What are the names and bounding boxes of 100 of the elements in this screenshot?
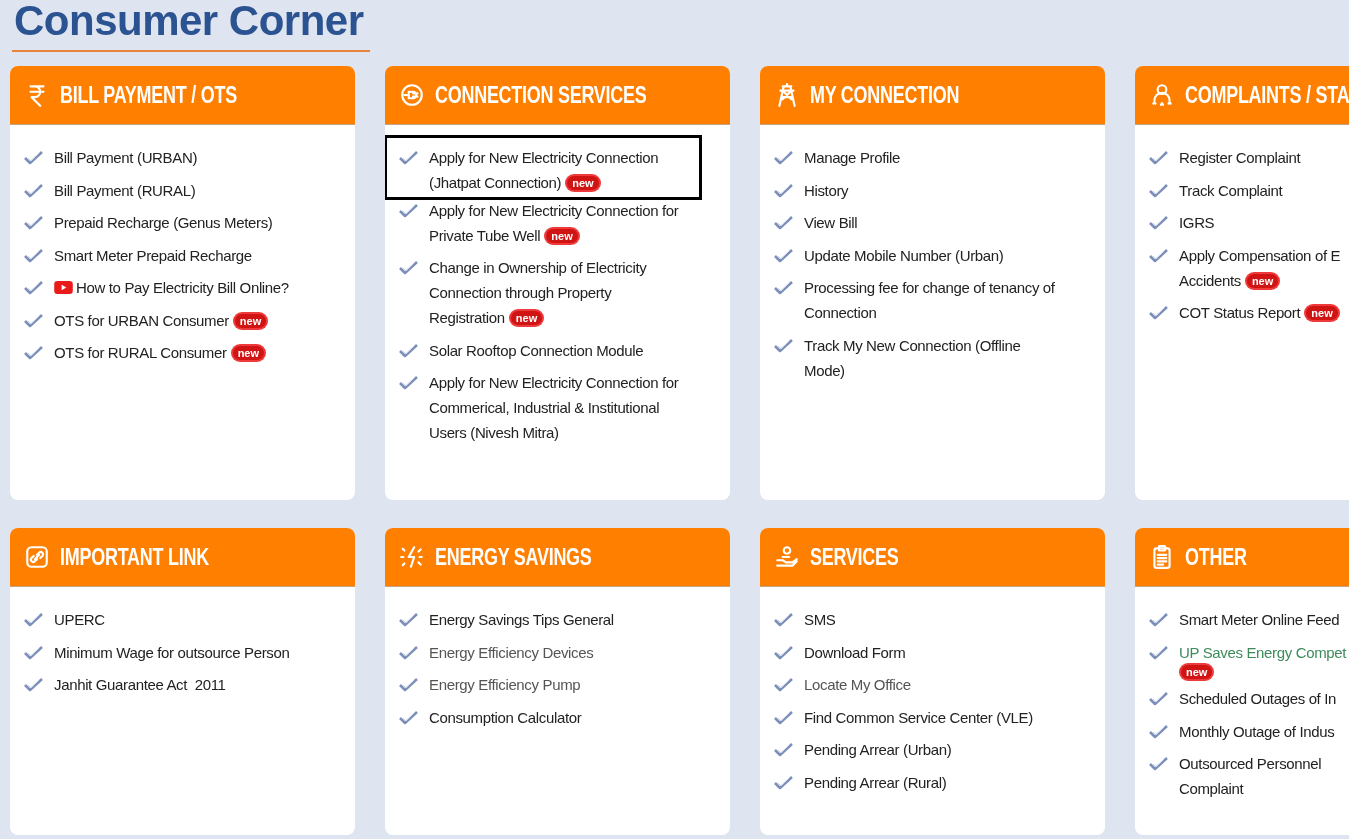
service-link[interactable]: Change in Ownership of Electricity Connection through Property Registration new — [429, 255, 647, 330]
check-icon — [24, 280, 44, 296]
service-link[interactable]: Outsourced Personnel Complaint — [1179, 751, 1322, 801]
check-icon — [24, 247, 44, 264]
check-icon — [1149, 215, 1169, 231]
new-badge: new — [546, 228, 578, 243]
service-link[interactable]: Energy Efficiency Devices — [429, 639, 594, 665]
check-icon — [399, 677, 419, 693]
check-icon — [1149, 305, 1169, 321]
service-link[interactable]: Find Common Service Center (VLE) — [804, 704, 1033, 730]
check-icon — [774, 280, 794, 296]
service-link[interactable]: Smart Meter Prepaid Recharge — [54, 242, 252, 268]
plug-icon — [399, 82, 425, 108]
check-icon — [24, 644, 44, 661]
service-link[interactable]: Consumption Calculator — [429, 704, 582, 730]
service-link[interactable]: Pending Arrear (Urban) — [804, 737, 952, 762]
video-play-icon — [54, 281, 73, 294]
service-link[interactable]: Prepaid Recharge (Genus Meters) — [54, 210, 273, 235]
check-icon — [24, 150, 44, 166]
service-link[interactable]: UPERC — [54, 607, 105, 632]
check-icon — [399, 375, 419, 391]
check-icon — [1149, 150, 1169, 166]
service-link[interactable]: Update Mobile Number (Urban) — [804, 242, 1004, 268]
new-badge: new — [234, 313, 267, 328]
service-link[interactable]: Register Complaint — [1179, 145, 1301, 170]
check-icon — [1149, 723, 1169, 740]
new-badge: new — [1181, 664, 1213, 679]
new-badge: new — [567, 176, 599, 190]
service-link[interactable]: Apply for New Electricity Connection for Private Tube Well new — [429, 197, 679, 248]
service-link[interactable]: Download Form — [804, 639, 906, 665]
check-icon — [774, 644, 794, 661]
service-link[interactable]: OTS for URBAN Consumer new — [54, 307, 267, 333]
card-title: CONNECTION SERVICES — [435, 81, 647, 109]
new-badge: new — [510, 311, 543, 325]
check-icon — [774, 709, 794, 726]
check-icon — [24, 182, 44, 199]
service-link[interactable]: Energy Savings Tips General — [429, 607, 614, 632]
check-icon — [399, 202, 419, 219]
people-icon — [1149, 82, 1175, 108]
service-link[interactable]: Pending Arrear (Rural) — [804, 769, 947, 795]
service-link[interactable]: Bill Payment (URBAN) — [54, 145, 198, 170]
check-icon — [399, 260, 419, 276]
service-link[interactable]: Minimum Wage for outsource Person — [54, 639, 290, 665]
service-link[interactable]: Monthly Outage of Indus — [1179, 718, 1335, 744]
check-icon — [774, 774, 794, 791]
service-link[interactable]: SMS — [804, 607, 836, 632]
check-icon — [774, 612, 794, 628]
check-icon — [24, 312, 44, 329]
service-link[interactable]: Apply for New Electricity Connection for Commerical, Industrial & Institutional Users (Nivesh Mitra) — [429, 370, 679, 445]
check-icon — [399, 644, 419, 661]
check-icon — [774, 742, 794, 758]
service-link[interactable]: IGRS — [1179, 210, 1215, 235]
service-link[interactable]: UP Saves Energy Compet new — [1179, 639, 1347, 679]
service-link[interactable]: Track My New Connection (Offline Mode) — [804, 332, 1021, 383]
check-icon — [399, 150, 419, 166]
check-icon — [24, 612, 44, 628]
check-icon — [1149, 756, 1169, 772]
service-link[interactable]: Apply for New Electricity Connection (Jhatpat Connection) new — [429, 145, 659, 195]
check-icon — [1149, 182, 1169, 199]
service-link[interactable]: Janhit Guarantee Act 2011 — [54, 672, 226, 697]
new-badge: new — [1306, 306, 1338, 320]
new-badge: new — [1246, 273, 1279, 288]
service-link[interactable]: Smart Meter Online Feed — [1179, 607, 1340, 632]
check-icon — [774, 182, 794, 199]
service-link[interactable]: COT Status Report new — [1179, 300, 1338, 325]
check-icon — [774, 337, 794, 354]
card-title: MY CONNECTION — [810, 81, 960, 109]
service-link[interactable]: Scheduled Outages of In — [1179, 686, 1337, 711]
service-link[interactable]: History — [804, 177, 849, 203]
page-title: Consumer Corner — [12, 0, 370, 52]
service-link[interactable]: Processing fee for change of tenancy of Connection — [804, 275, 1055, 325]
service-link[interactable]: How to Pay Electricity Bill Online? — [54, 275, 289, 300]
link-icon — [24, 544, 50, 570]
check-icon — [399, 709, 419, 726]
card-title: COMPLAINTS / STA — [1185, 81, 1349, 109]
check-icon — [774, 677, 794, 693]
check-icon — [1149, 247, 1169, 264]
service-link[interactable]: Locate My Office — [804, 672, 911, 697]
service-link[interactable]: Solar Rooftop Connection Module — [429, 337, 644, 363]
service-link[interactable]: Bill Payment (RURAL) — [54, 177, 196, 203]
service-link[interactable]: Energy Efficiency Pump — [429, 672, 581, 697]
card-title: SERVICES — [810, 543, 899, 571]
service-link[interactable]: View Bill — [804, 210, 858, 235]
service-link[interactable]: Track Complaint — [1179, 177, 1283, 203]
check-icon — [1149, 691, 1169, 707]
check-icon — [399, 612, 419, 628]
check-icon — [24, 677, 44, 693]
service-link[interactable]: OTS for RURAL Consumer new — [54, 340, 265, 365]
check-icon — [774, 215, 794, 231]
service-link[interactable]: Manage Profile — [804, 145, 900, 170]
check-icon — [1149, 612, 1169, 628]
card-title: IMPORTANT LINK — [60, 543, 209, 571]
check-icon — [774, 247, 794, 264]
service-link[interactable]: Apply Compensation of E Accidents new — [1179, 242, 1341, 293]
check-icon — [24, 345, 44, 361]
card-title: ENERGY SAVINGS — [435, 543, 592, 571]
new-badge: new — [232, 346, 265, 360]
check-icon — [1149, 644, 1169, 661]
card-title: OTHER — [1185, 543, 1247, 571]
check-icon — [24, 215, 44, 231]
